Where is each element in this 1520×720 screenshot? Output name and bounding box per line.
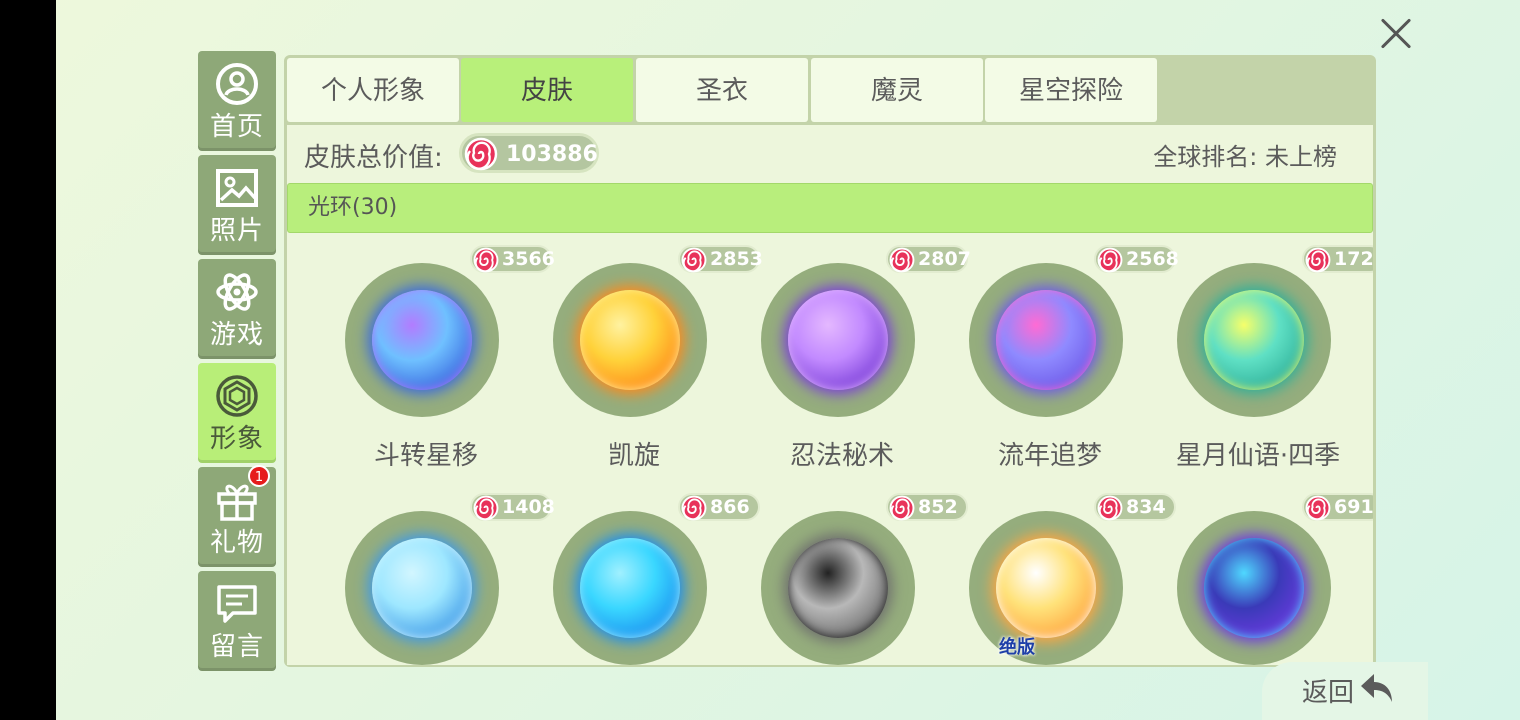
skin-content: 皮肤总价值: 103886 全球排名: 未上榜 光环(30) 3566 斗转星移 2… bbox=[287, 125, 1373, 665]
limited-tag: 绝版 bbox=[999, 637, 1035, 658]
sidebar-item-photos[interactable]: 照片 bbox=[198, 155, 276, 255]
halo-orb bbox=[996, 290, 1096, 390]
sidebar-item-label: 留言 bbox=[209, 632, 264, 662]
candy-coin-icon bbox=[473, 495, 499, 525]
halo-item[interactable]: 1722 星月仙语·四季 bbox=[1148, 245, 1373, 485]
image-icon bbox=[214, 165, 260, 211]
sidebar-item-home[interactable]: 首页 bbox=[198, 51, 276, 151]
candy-coin-icon bbox=[681, 495, 707, 525]
message-icon bbox=[214, 581, 260, 627]
halo-item[interactable]: 3566 斗转星移 bbox=[316, 245, 555, 485]
halo-item[interactable]: 866 bbox=[524, 493, 760, 665]
global-rank: 全球排名: 未上榜 bbox=[1153, 143, 1337, 171]
halo-preview[interactable] bbox=[1177, 511, 1331, 665]
sidebar-item-label: 首页 bbox=[209, 112, 264, 142]
candy-coin-icon bbox=[1097, 247, 1123, 277]
candy-coin-icon bbox=[1305, 495, 1331, 525]
halo-preview[interactable] bbox=[345, 263, 499, 417]
sidebar-item-label: 游戏 bbox=[209, 320, 264, 350]
user-icon bbox=[214, 61, 260, 107]
price-badge: 1722 bbox=[1302, 245, 1373, 273]
halo-preview[interactable] bbox=[345, 511, 499, 665]
candy-coin-icon bbox=[681, 247, 707, 277]
halo-item[interactable]: 691 bbox=[1148, 493, 1373, 665]
halo-orb bbox=[788, 290, 888, 390]
tab-spirit[interactable]: 魔灵 bbox=[811, 58, 983, 122]
price-value: 691 bbox=[1334, 496, 1373, 518]
tab-star-exploration[interactable]: 星空探险 bbox=[985, 58, 1157, 122]
halo-name: 斗转星移 bbox=[373, 441, 478, 471]
sidebar-item-messages[interactable]: 留言 bbox=[198, 571, 276, 671]
price-badge: 691 bbox=[1302, 493, 1373, 521]
halo-item[interactable]: 834 绝版 bbox=[940, 493, 1176, 665]
sidebar-item-label: 礼物 bbox=[209, 528, 264, 558]
candy-coin-icon bbox=[889, 247, 915, 277]
candy-coin-icon bbox=[1097, 495, 1123, 525]
halo-item[interactable]: 852 bbox=[732, 493, 968, 665]
halo-orb bbox=[372, 538, 472, 638]
sidebar-item-label: 形象 bbox=[209, 424, 264, 454]
back-button[interactable]: 返回 bbox=[1302, 672, 1396, 708]
skin-panel: 个人形象 皮肤 圣衣 魔灵 星空探险 皮肤总价值: 103886 全球排名: 未… bbox=[284, 55, 1376, 667]
tab-sacred-cloth[interactable]: 圣衣 bbox=[636, 58, 808, 122]
halo-item[interactable]: 2853 凯旋 bbox=[524, 245, 763, 485]
candy-coin-icon bbox=[889, 495, 915, 525]
candy-coin-icon bbox=[473, 247, 499, 277]
halo-item[interactable]: 2807 忍法秘术 bbox=[732, 245, 971, 485]
halo-item[interactable]: 1408 bbox=[316, 493, 555, 665]
system-bar bbox=[0, 0, 56, 720]
category-header[interactable]: 光环(30) bbox=[287, 183, 1373, 233]
halo-preview[interactable] bbox=[553, 263, 707, 417]
gem-icon bbox=[214, 373, 260, 419]
halo-preview[interactable] bbox=[1177, 263, 1331, 417]
price-value: 1722 bbox=[1334, 248, 1373, 270]
candy-coin-icon bbox=[464, 137, 498, 175]
halo-preview[interactable] bbox=[553, 511, 707, 665]
halo-item[interactable]: 2568 流年追梦 bbox=[940, 245, 1179, 485]
tab-personal-image[interactable]: 个人形象 bbox=[287, 58, 459, 122]
back-arrow-icon bbox=[1358, 670, 1396, 710]
halo-preview[interactable] bbox=[969, 263, 1123, 417]
halo-name: 流年追梦 bbox=[997, 441, 1102, 471]
halo-orb bbox=[996, 538, 1096, 638]
halo-name: 星月仙语·四季 bbox=[1175, 441, 1341, 471]
halo-name: 凯旋 bbox=[607, 441, 660, 471]
notification-badge: 1 bbox=[248, 465, 270, 487]
atom-icon bbox=[214, 269, 260, 315]
sidebar-item-avatar[interactable]: 形象 bbox=[198, 363, 276, 463]
total-value-badge: 103886 bbox=[459, 133, 599, 173]
total-value: 103886 bbox=[506, 142, 598, 167]
back-label: 返回 bbox=[1302, 677, 1355, 708]
halo-name: 忍法秘术 bbox=[789, 441, 894, 471]
halo-preview[interactable] bbox=[761, 263, 915, 417]
sidebar-item-games[interactable]: 游戏 bbox=[198, 259, 276, 359]
total-value-label: 皮肤总价值: bbox=[304, 143, 443, 173]
halo-orb bbox=[580, 290, 680, 390]
tab-skin[interactable]: 皮肤 bbox=[461, 58, 633, 122]
halo-preview[interactable] bbox=[761, 511, 915, 665]
halo-orb bbox=[788, 538, 888, 638]
sidebar-item-label: 照片 bbox=[209, 216, 264, 246]
candy-coin-icon bbox=[1305, 247, 1331, 277]
halo-orb bbox=[1204, 290, 1304, 390]
halo-orb bbox=[372, 290, 472, 390]
halo-orb bbox=[1204, 538, 1304, 638]
halo-orb bbox=[580, 538, 680, 638]
sidebar-item-gifts[interactable]: 礼物 1 bbox=[198, 465, 276, 567]
